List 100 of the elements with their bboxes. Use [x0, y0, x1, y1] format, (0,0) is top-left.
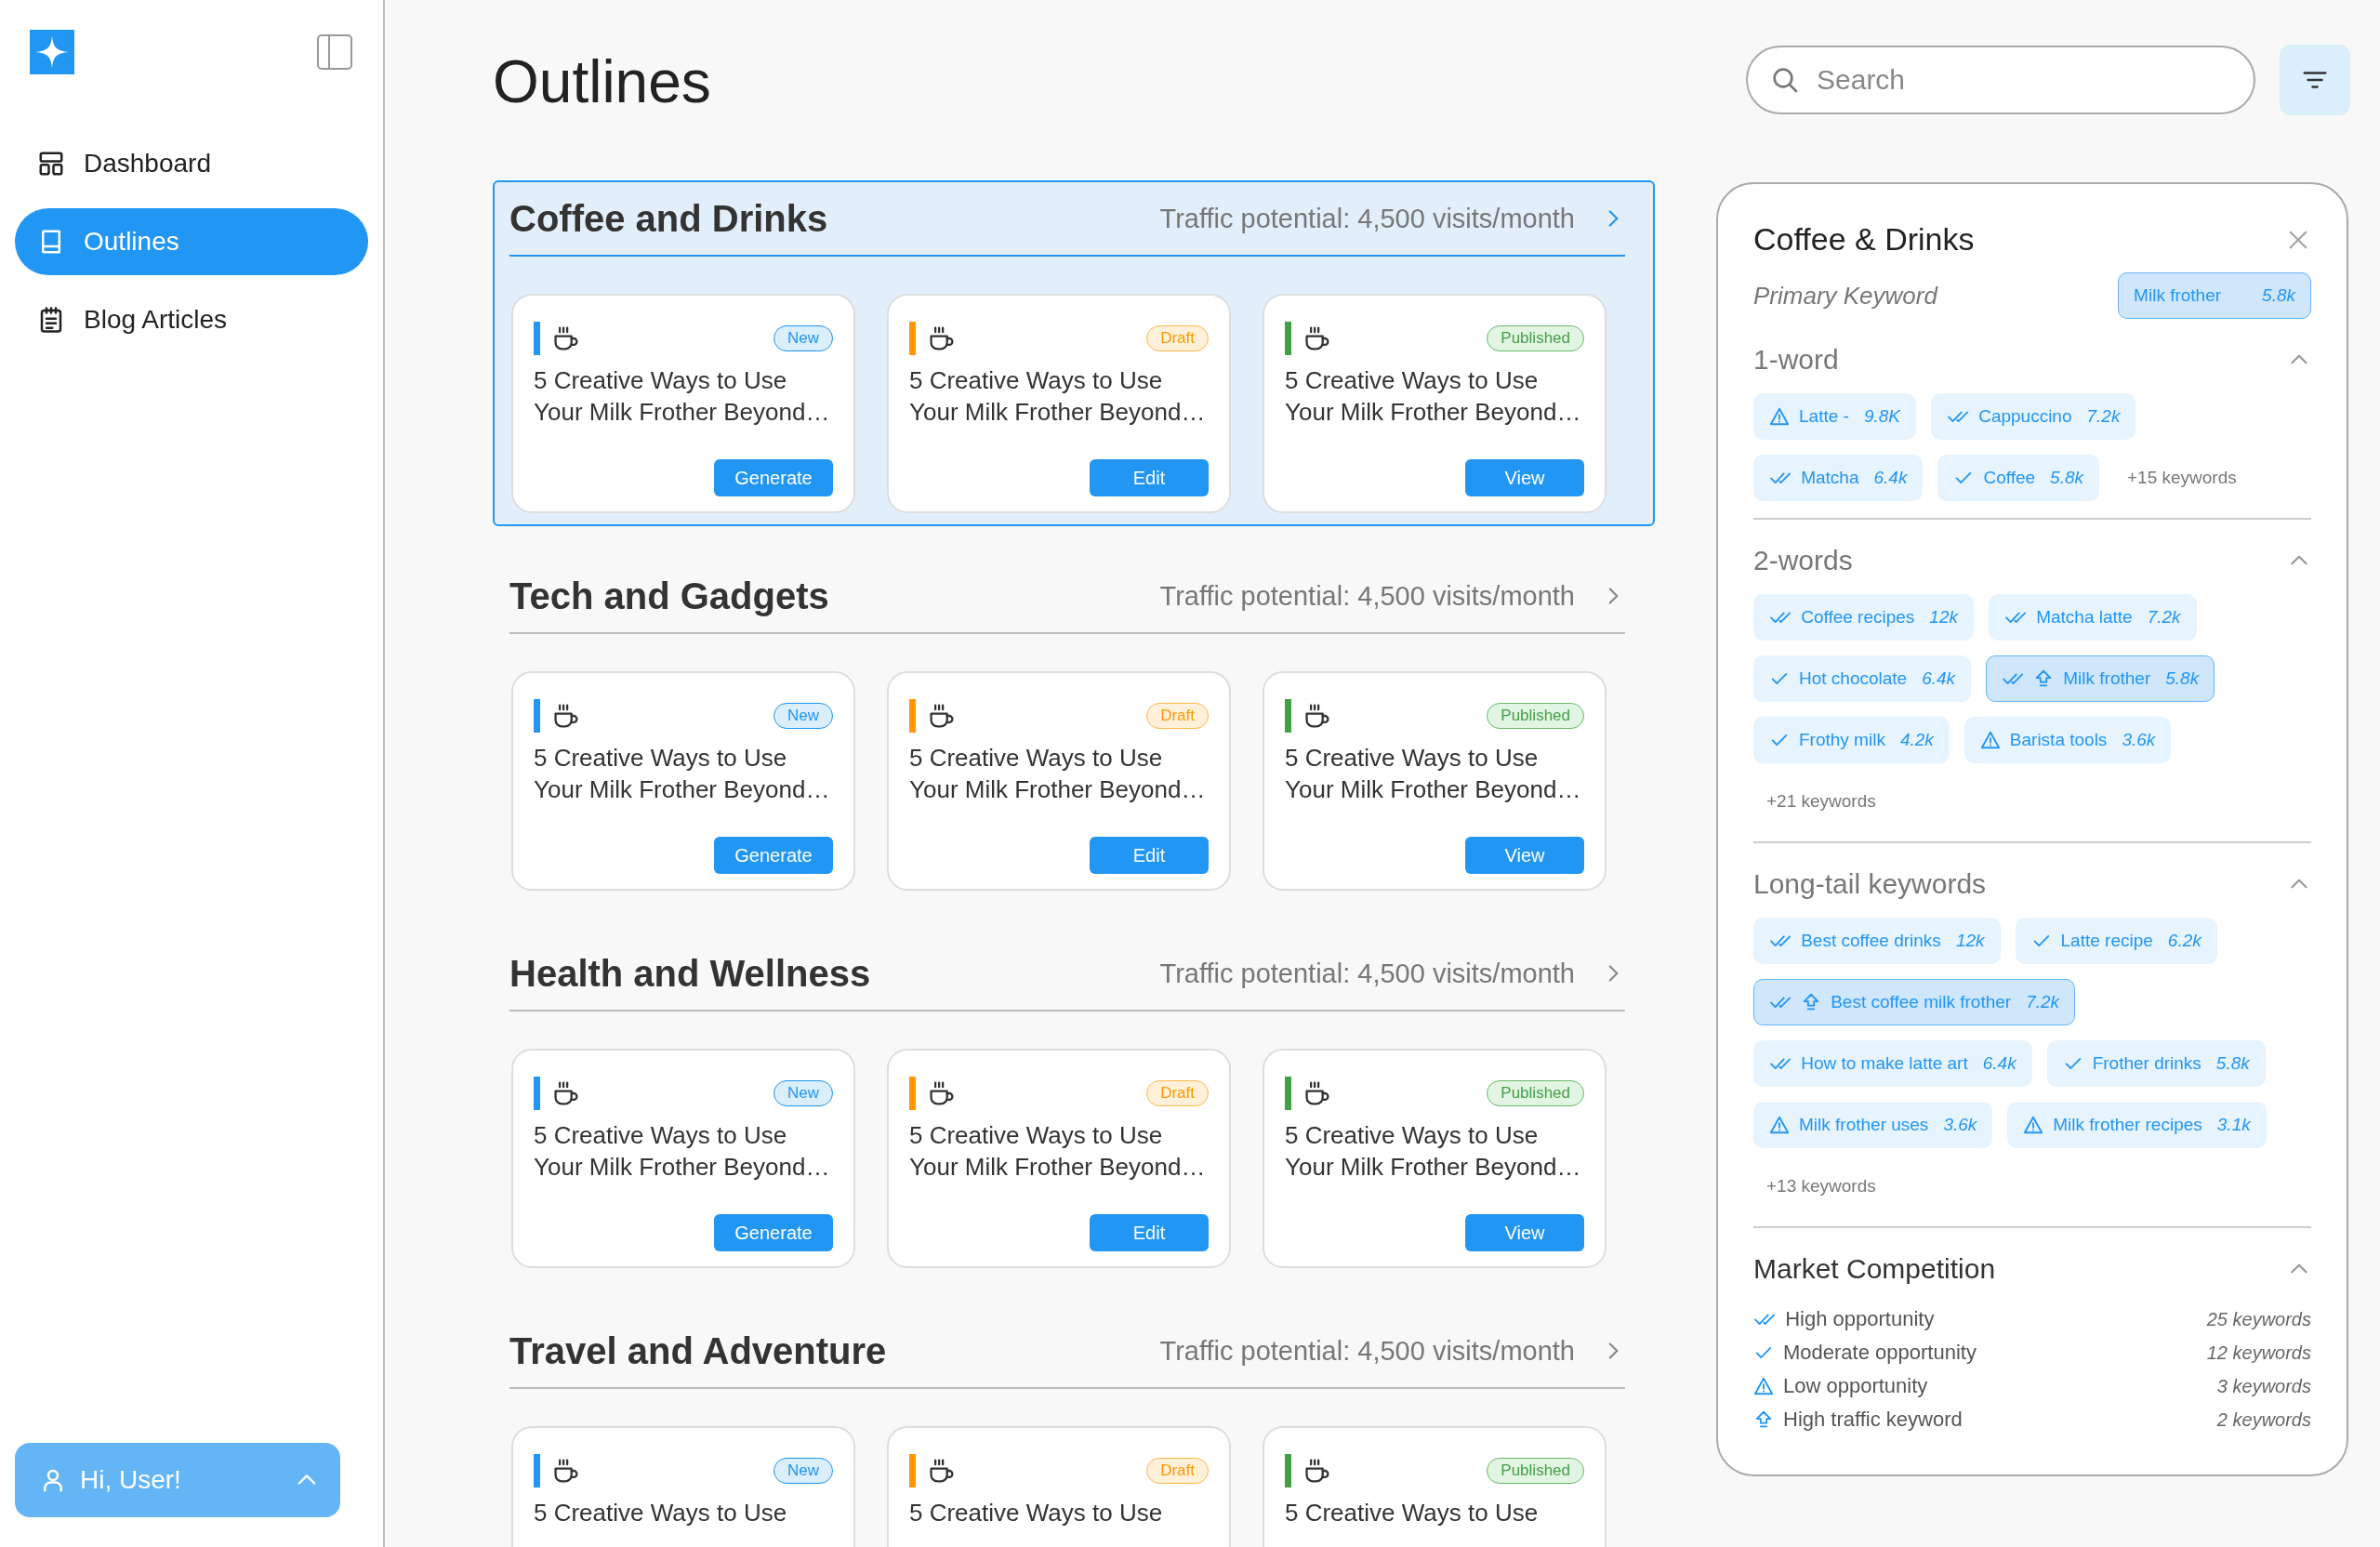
primary-keyword-label: Primary Keyword [1753, 281, 1937, 311]
status-badge: Draft [1146, 325, 1209, 351]
keyword-chip[interactable]: Latte - 9.8K [1753, 393, 1916, 440]
page-title: Outlines [493, 47, 712, 116]
warning-icon [2023, 1115, 2044, 1135]
status-stripe [909, 322, 916, 355]
outline-title: 5 Creative Ways to Use Your Milk Frother Beyond… [534, 743, 831, 805]
status-stripe [909, 1454, 916, 1488]
status-badge: New [774, 703, 833, 729]
group-title: Health and Wellness [509, 952, 872, 995]
action-button[interactable]: View [1465, 837, 1584, 874]
sidebar-toggle-icon [316, 33, 353, 71]
keyword-chip[interactable]: Barista tools 3.6k [1964, 717, 2172, 763]
status-stripe [534, 1454, 540, 1488]
keyword-chip[interactable]: Coffee recipes 12k [1753, 594, 1974, 641]
keyword-chip[interactable]: Latte recipe 6.2k [2015, 918, 2217, 964]
status-badge: New [774, 1458, 833, 1484]
status-badge: New [774, 1080, 833, 1106]
keyword-chip[interactable]: Milk frother uses 3.6k [1753, 1102, 1993, 1148]
status-badge: Draft [1146, 703, 1209, 729]
keyword-count: 25 keywords [2206, 1308, 2311, 1330]
search-icon [1770, 65, 1800, 95]
competition-label: Moderate opportunity [1783, 1341, 1977, 1365]
traffic-potential: Traffic potential: 4,500 visits/month [1159, 1335, 1575, 1367]
keyword-chip[interactable]: Milk frother 5.8k [1986, 655, 2215, 702]
keyword-chip[interactable]: Milk frother recipes 3.1k [2007, 1102, 2267, 1148]
warning-icon [1753, 1376, 1774, 1396]
section-header[interactable]: Long-tail keywords [1753, 866, 2311, 903]
primary-keyword-chip: Milk frother 5.8k [2118, 272, 2311, 319]
section-header[interactable]: Market Competition [1753, 1250, 2311, 1288]
status-stripe [1285, 699, 1291, 733]
warning-icon [1769, 406, 1790, 427]
outline-title: 5 Creative Ways to Use Your Milk Frother Beyond… [909, 743, 1207, 805]
nav-item[interactable]: Outlines [15, 208, 368, 275]
more-keywords-link[interactable]: +21 keywords [1753, 778, 1889, 825]
arrow-up-icon [1753, 1409, 1774, 1430]
section-header[interactable]: 1-word [1753, 341, 2311, 378]
status-stripe [534, 322, 540, 355]
competition-label: High traffic keyword [1783, 1408, 1964, 1432]
nav-item[interactable]: Dashboard [15, 130, 368, 197]
keyword-count: 2 keywords [2216, 1408, 2311, 1431]
keyword-chip[interactable]: Hot chocolate 6.4k [1753, 655, 1972, 702]
logo-icon [30, 30, 74, 74]
group-title: Travel and Adventure [509, 1329, 888, 1372]
competition-label: Low opportunity [1783, 1374, 1929, 1398]
traffic-potential: Traffic potential: 4,500 visits/month [1159, 580, 1575, 612]
keyword-chip[interactable]: How to make latte art 6.4k [1753, 1040, 2032, 1087]
outline-title: 5 Creative Ways to Use Your Milk Frother Beyond… [1285, 365, 1582, 428]
sidebar-toggle-button[interactable] [316, 33, 353, 71]
nav-item[interactable]: Blog Articles [15, 286, 368, 353]
outline-title: 5 Creative Ways to Use Your Milk Frother Beyond… [534, 365, 831, 428]
panel-title: Coffee & Drinks [1753, 221, 1975, 258]
search-field[interactable]: Search [1746, 46, 2255, 114]
status-badge: Published [1487, 325, 1584, 351]
action-button[interactable]: Edit [1090, 837, 1209, 874]
keyword-chip[interactable]: Coffee 5.8k [1937, 455, 2099, 501]
outline-title: 5 Creative Ways to Use [534, 1498, 788, 1528]
keyword-chip[interactable]: Frother drinks 5.8k [2046, 1040, 2266, 1087]
keyword-count: 3 keywords [2216, 1375, 2311, 1397]
status-badge: New [774, 325, 833, 351]
outline-title: 5 Creative Ways to Use Your Milk Frother Beyond… [909, 365, 1207, 428]
action-button[interactable]: Generate [714, 837, 833, 874]
keyword-count: 12 keywords [2206, 1342, 2311, 1364]
action-button[interactable]: Generate [714, 1214, 833, 1251]
warning-icon [1769, 1115, 1790, 1135]
keyword-chip[interactable]: Matcha latte 7.2k [1989, 594, 2197, 641]
action-button[interactable]: View [1465, 1214, 1584, 1251]
group-title: Tech and Gadgets [509, 575, 830, 617]
keyword-chip[interactable]: Best coffee drinks 12k [1753, 918, 2001, 964]
section-header[interactable]: 2-words [1753, 542, 2311, 579]
user-menu-button[interactable]: Hi, User! [15, 1443, 340, 1517]
traffic-potential: Traffic potential: 4,500 visits/month [1159, 958, 1575, 989]
keyword-chip[interactable]: Frothy milk 4.2k [1753, 717, 1950, 763]
keyword-chip[interactable]: Matcha 6.4k [1753, 455, 1924, 501]
keyword-chip[interactable]: Best coffee milk frother 7.2k [1753, 979, 2076, 1025]
outline-title: 5 Creative Ways to Use Your Milk Frother Beyond… [1285, 1120, 1582, 1183]
filter-button[interactable] [2280, 45, 2350, 115]
competition-label: High opportunity [1785, 1307, 1936, 1331]
dashboard-icon [37, 150, 65, 178]
status-badge: Draft [1146, 1458, 1209, 1484]
status-stripe [534, 1077, 540, 1110]
status-stripe [909, 1077, 916, 1110]
status-stripe [1285, 1077, 1291, 1110]
more-keywords-link[interactable]: +15 keywords [2114, 455, 2250, 501]
status-badge: Published [1487, 1080, 1584, 1106]
traffic-potential: Traffic potential: 4,500 visits/month [1159, 203, 1575, 234]
action-button[interactable]: Edit [1090, 1214, 1209, 1251]
group-title: Coffee and Drinks [509, 197, 829, 240]
outline-title: 5 Creative Ways to Use [909, 1498, 1164, 1528]
status-stripe [1285, 1454, 1291, 1488]
outline-title: 5 Creative Ways to Use Your Milk Frother Beyond… [534, 1120, 831, 1183]
more-keywords-link[interactable]: +13 keywords [1753, 1163, 1889, 1210]
action-button[interactable]: View [1465, 459, 1584, 496]
status-badge: Draft [1146, 1080, 1209, 1106]
status-stripe [909, 699, 916, 733]
status-stripe [1285, 322, 1291, 355]
outline-title: 5 Creative Ways to Use Your Milk Frother Beyond… [909, 1120, 1207, 1183]
action-button[interactable]: Generate [714, 459, 833, 496]
action-button[interactable]: Edit [1090, 459, 1209, 496]
keyword-chip[interactable]: Cappuccino 7.2k [1930, 393, 2136, 440]
